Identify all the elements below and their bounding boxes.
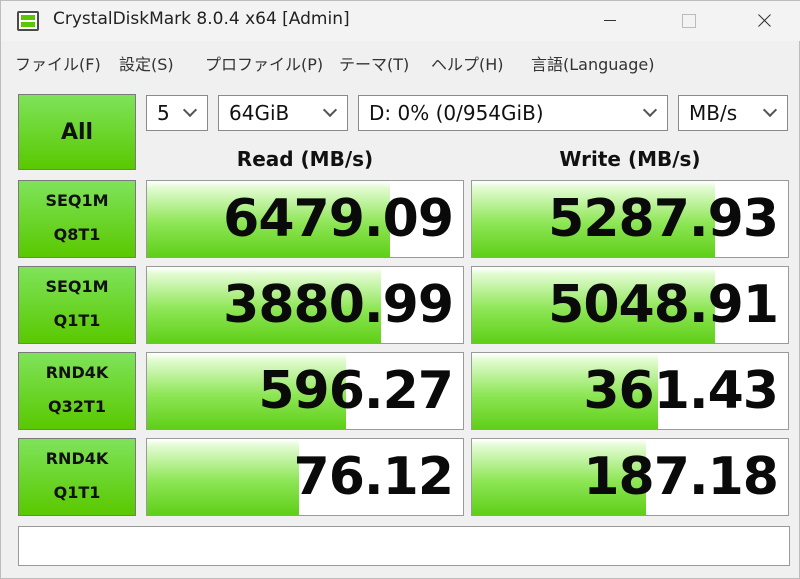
menu-profile[interactable]: プロファイル(P): [205, 51, 323, 75]
test-count-select[interactable]: 5: [146, 95, 208, 131]
read-result-value: 76.12: [293, 447, 454, 507]
menu-language[interactable]: 言語(Language): [531, 51, 654, 75]
row-label-line2: Q1T1: [53, 483, 101, 502]
read-result-cell: 596.27: [146, 352, 464, 430]
test-size-select[interactable]: 64GiB: [218, 95, 348, 131]
rnd4k-q32t1-button[interactable]: RND4K Q32T1: [18, 352, 136, 430]
unit-select[interactable]: MB/s: [678, 95, 788, 131]
row-label-line2: Q8T1: [53, 225, 101, 244]
row-label-line2: Q32T1: [48, 397, 106, 416]
row-label-line1: RND4K: [45, 449, 109, 468]
read-column-header: Read (MB/s): [236, 147, 374, 171]
write-result-cell: 5287.93: [471, 180, 789, 258]
read-result-value: 3880.99: [223, 275, 454, 335]
title-bar: CrystalDiskMark 8.0.4 x64 [Admin]: [1, 1, 800, 41]
all-button[interactable]: All: [18, 94, 136, 170]
minimize-icon[interactable]: [587, 5, 633, 35]
menu-theme[interactable]: テーマ(T): [339, 51, 409, 75]
read-progress-fill: [147, 439, 299, 515]
close-icon[interactable]: [741, 5, 787, 35]
read-result-value: 596.27: [258, 361, 454, 421]
row-label-line1: SEQ1M: [45, 277, 109, 296]
row-label-line1: RND4K: [45, 363, 109, 382]
test-size-value: 64GiB: [229, 101, 290, 125]
read-result-value: 6479.09: [223, 189, 454, 249]
seq1m-q1t1-button[interactable]: SEQ1M Q1T1: [18, 266, 136, 344]
drive-value: D: 0% (0/954GiB): [369, 101, 544, 125]
chevron-down-icon: [762, 102, 778, 118]
write-result-cell: 361.43: [471, 352, 789, 430]
rnd4k-q1t1-button[interactable]: RND4K Q1T1: [18, 438, 136, 516]
write-result-value: 5048.91: [548, 275, 779, 335]
test-count-value: 5: [157, 101, 170, 125]
row-label-line2: Q1T1: [53, 311, 101, 330]
write-column-header: Write (MB/s): [559, 147, 701, 171]
read-result-cell: 76.12: [146, 438, 464, 516]
menu-settings[interactable]: 設定(S): [119, 51, 174, 75]
window-title: CrystalDiskMark 8.0.4 x64 [Admin]: [53, 9, 350, 29]
chevron-down-icon: [642, 102, 658, 118]
app-window: CrystalDiskMark 8.0.4 x64 [Admin] ファイル(F…: [0, 0, 800, 579]
write-result-value: 187.18: [583, 447, 779, 507]
unit-value: MB/s: [689, 101, 738, 125]
drive-select[interactable]: D: 0% (0/954GiB): [358, 95, 668, 131]
seq1m-q8t1-button[interactable]: SEQ1M Q8T1: [18, 180, 136, 258]
menu-help[interactable]: ヘルプ(H): [431, 51, 504, 75]
menu-file[interactable]: ファイル(F): [15, 51, 101, 75]
chevron-down-icon: [322, 102, 338, 118]
write-result-value: 5287.93: [548, 189, 779, 249]
write-result-cell: 187.18: [471, 438, 789, 516]
maximize-icon[interactable]: [665, 5, 711, 35]
read-result-cell: 3880.99: [146, 266, 464, 344]
read-result-cell: 6479.09: [146, 180, 464, 258]
row-label-line1: SEQ1M: [45, 191, 109, 210]
write-result-cell: 5048.91: [471, 266, 789, 344]
crystaldiskmark-app-icon: [17, 11, 39, 31]
chevron-down-icon: [182, 102, 198, 118]
menu-bar: ファイル(F) 設定(S) プロファイル(P) テーマ(T) ヘルプ(H) 言語…: [1, 47, 800, 77]
comment-input[interactable]: [18, 526, 790, 566]
write-result-value: 361.43: [583, 361, 779, 421]
